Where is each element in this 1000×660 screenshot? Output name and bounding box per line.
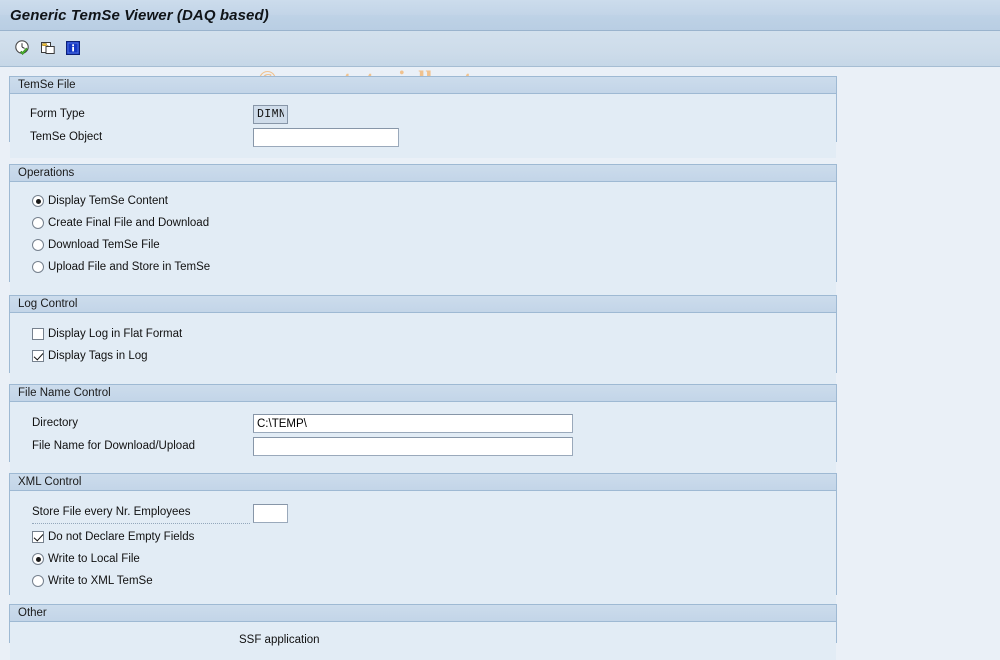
checkbox-label-display-log-in-flat-format: Display Log in Flat Format	[48, 328, 183, 340]
checkbox-label-do-not-declare-empty-fields: Do not Declare Empty Fields	[48, 531, 195, 543]
checkbox-display-log-in-flat-format[interactable]: Display Log in Flat Format	[32, 325, 182, 343]
form-type-row: Form Type	[30, 105, 85, 124]
store-file-row: Store File every Nr. Employees	[32, 503, 250, 524]
panel-header-log-control: Log Control	[10, 296, 836, 313]
directory-input[interactable]	[253, 414, 573, 433]
form-type-field[interactable]	[253, 105, 288, 124]
radio-write-to-local-file[interactable]: Write to Local File	[32, 550, 140, 568]
panel-other: Other SSF application	[9, 604, 837, 660]
checkbox-icon-do-not-declare-empty-fields	[32, 531, 44, 543]
execute-icon[interactable]	[13, 38, 33, 58]
filename-label: File Name for Download/Upload	[32, 440, 195, 452]
radio-label-write-to-xml-temse: Write to XML TemSe	[48, 575, 153, 587]
radio-display-temse-content[interactable]: Display TemSe Content	[32, 192, 168, 210]
panel-xml-control: XML Control Store File every Nr. Employe…	[9, 473, 837, 611]
directory-row: Directory	[32, 414, 78, 433]
radio-icon-create-final-file-and-download	[32, 217, 44, 229]
temse-object-label: TemSe Object	[30, 131, 103, 143]
form-type-label: Form Type	[30, 108, 85, 120]
checkbox-icon-display-log-in-flat-format	[32, 328, 44, 340]
radio-download-temse-file[interactable]: Download TemSe File	[32, 236, 160, 254]
panel-header-operations: Operations	[10, 165, 836, 182]
temse-object-input[interactable]	[253, 128, 399, 147]
radio-label-download-temse-file: Download TemSe File	[48, 239, 160, 251]
panel-log-control: Log Control Display Log in Flat Format D…	[9, 295, 837, 389]
radio-label-upload-file-and-store-in-temse: Upload File and Store in TemSe	[48, 261, 211, 273]
radio-upload-file-and-store-in-temse[interactable]: Upload File and Store in TemSe	[32, 258, 210, 276]
checkbox-label-display-tags-in-log: Display Tags in Log	[48, 350, 148, 362]
radio-create-final-file-and-download[interactable]: Create Final File and Download	[32, 214, 209, 232]
radio-icon-display-temse-content	[32, 195, 44, 207]
checkbox-icon-display-tags-in-log	[32, 350, 44, 362]
panel-header-xml-control: XML Control	[10, 474, 836, 491]
page-title: Generic TemSe Viewer (DAQ based)	[10, 6, 269, 24]
radio-icon-write-to-local-file	[32, 553, 44, 565]
ssf-application-label: SSF application	[239, 634, 320, 646]
info-icon[interactable]	[63, 38, 83, 58]
radio-label-display-temse-content: Display TemSe Content	[48, 195, 168, 207]
panel-header-temse-file: TemSe File	[10, 77, 836, 94]
checkbox-display-tags-in-log[interactable]: Display Tags in Log	[32, 347, 148, 365]
toolbar: © www.tutorialkart.com	[0, 31, 1000, 94]
checkbox-do-not-declare-empty-fields[interactable]: Do not Declare Empty Fields	[32, 528, 194, 546]
panel-file-name-control: File Name Control Directory File Name fo…	[9, 384, 837, 478]
temse-object-row: TemSe Object	[30, 128, 102, 147]
copy-icon[interactable]	[38, 38, 58, 58]
radio-write-to-xml-temse[interactable]: Write to XML TemSe	[32, 572, 153, 590]
store-file-input[interactable]	[253, 504, 288, 523]
directory-label: Directory	[32, 417, 79, 429]
radio-label-write-to-local-file: Write to Local File	[48, 553, 140, 565]
panel-operations: Operations Display TemSe Content Create …	[9, 164, 837, 298]
radio-icon-write-to-xml-temse	[32, 575, 44, 587]
radio-icon-download-temse-file	[32, 239, 44, 251]
radio-label-create-final-file-and-download: Create Final File and Download	[48, 217, 210, 229]
panel-header-other: Other	[10, 605, 836, 622]
panel-header-file-name-control: File Name Control	[10, 385, 836, 402]
panel-temse-file: TemSe File Form Type TemSe Object	[9, 76, 837, 158]
radio-icon-upload-file-and-store-in-temse	[32, 261, 44, 273]
filename-row: File Name for Download/Upload	[32, 437, 195, 456]
window-title-bar: Generic TemSe Viewer (DAQ based)	[0, 0, 1000, 31]
store-file-label: Store File every Nr. Employees	[32, 503, 250, 524]
filename-input[interactable]	[253, 437, 573, 456]
